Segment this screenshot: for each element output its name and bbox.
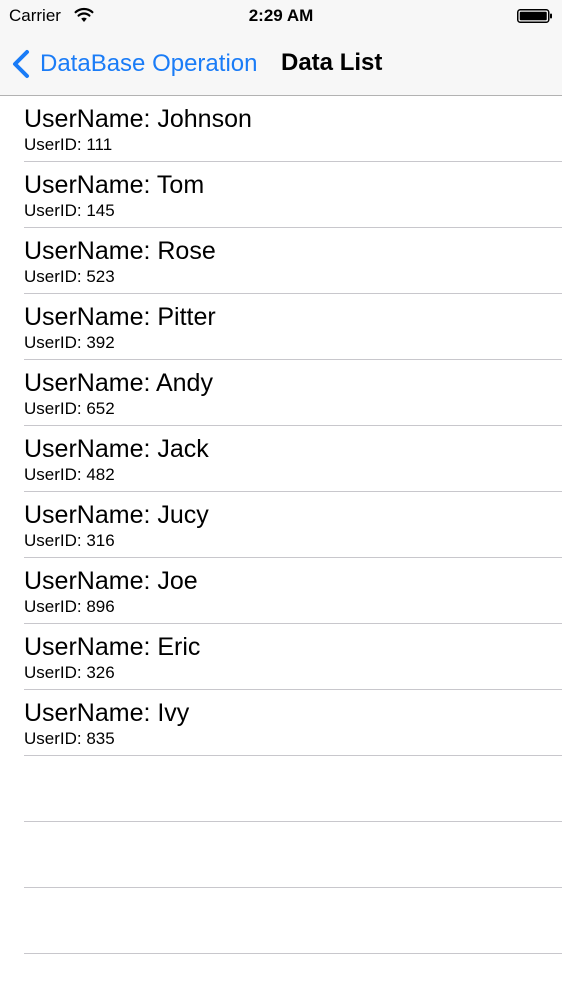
list-item[interactable]: UserName: Johnson UserID: 111 [0, 96, 562, 162]
list-item-userid: UserID: 835 [24, 729, 115, 748]
list-item-userid: UserID: 145 [24, 201, 115, 220]
list-item-username: UserName: Jack [24, 435, 209, 463]
list-item-username: UserName: Johnson [24, 105, 252, 133]
list-item-userid: UserID: 896 [24, 597, 115, 616]
empty-row [0, 756, 562, 822]
data-list: UserName: Johnson UserID: 111 UserName: … [0, 96, 562, 954]
list-item[interactable]: UserName: Tom UserID: 145 [0, 162, 562, 228]
navigation-bar: DataBase Operation Data List [0, 32, 562, 96]
back-button[interactable]: DataBase Operation [10, 48, 257, 80]
list-item[interactable]: UserName: Ivy UserID: 835 [0, 690, 562, 756]
list-item-userid: UserID: 392 [24, 333, 115, 352]
empty-row [0, 888, 562, 954]
list-item-username: UserName: Andy [24, 369, 213, 397]
back-button-label: DataBase Operation [40, 50, 258, 77]
list-item-userid: UserID: 111 [24, 135, 113, 154]
list-item-username: UserName: Joe [24, 567, 198, 595]
list-item-username: UserName: Pitter [24, 303, 216, 331]
list-item-userid: UserID: 652 [24, 399, 115, 418]
list-item[interactable]: UserName: Eric UserID: 326 [0, 624, 562, 690]
page-title: Data List [281, 49, 383, 76]
list-item-username: UserName: Rose [24, 237, 216, 265]
battery-icon [517, 9, 553, 23]
list-item-userid: UserID: 482 [24, 465, 115, 484]
list-item-userid: UserID: 326 [24, 663, 115, 682]
list-item[interactable]: UserName: Pitter UserID: 392 [0, 294, 562, 360]
empty-row [0, 822, 562, 888]
list-item-username: UserName: Tom [24, 171, 205, 199]
list-item[interactable]: UserName: Rose UserID: 523 [0, 228, 562, 294]
list-item[interactable]: UserName: Joe UserID: 896 [0, 558, 562, 624]
list-item[interactable]: UserName: Andy UserID: 652 [0, 360, 562, 426]
list-item-username: UserName: Ivy [24, 699, 190, 727]
chevron-left-icon [10, 49, 32, 79]
list-item-username: UserName: Jucy [24, 501, 209, 529]
status-bar: Carrier 2:29 AM [0, 0, 562, 32]
list-item-username: UserName: Eric [24, 633, 201, 661]
list-item-userid: UserID: 316 [24, 531, 115, 550]
list-item[interactable]: UserName: Jucy UserID: 316 [0, 492, 562, 558]
clock: 2:29 AM [248, 6, 314, 25]
list-item-userid: UserID: 523 [24, 267, 115, 286]
list-item[interactable]: UserName: Jack UserID: 482 [0, 426, 562, 492]
